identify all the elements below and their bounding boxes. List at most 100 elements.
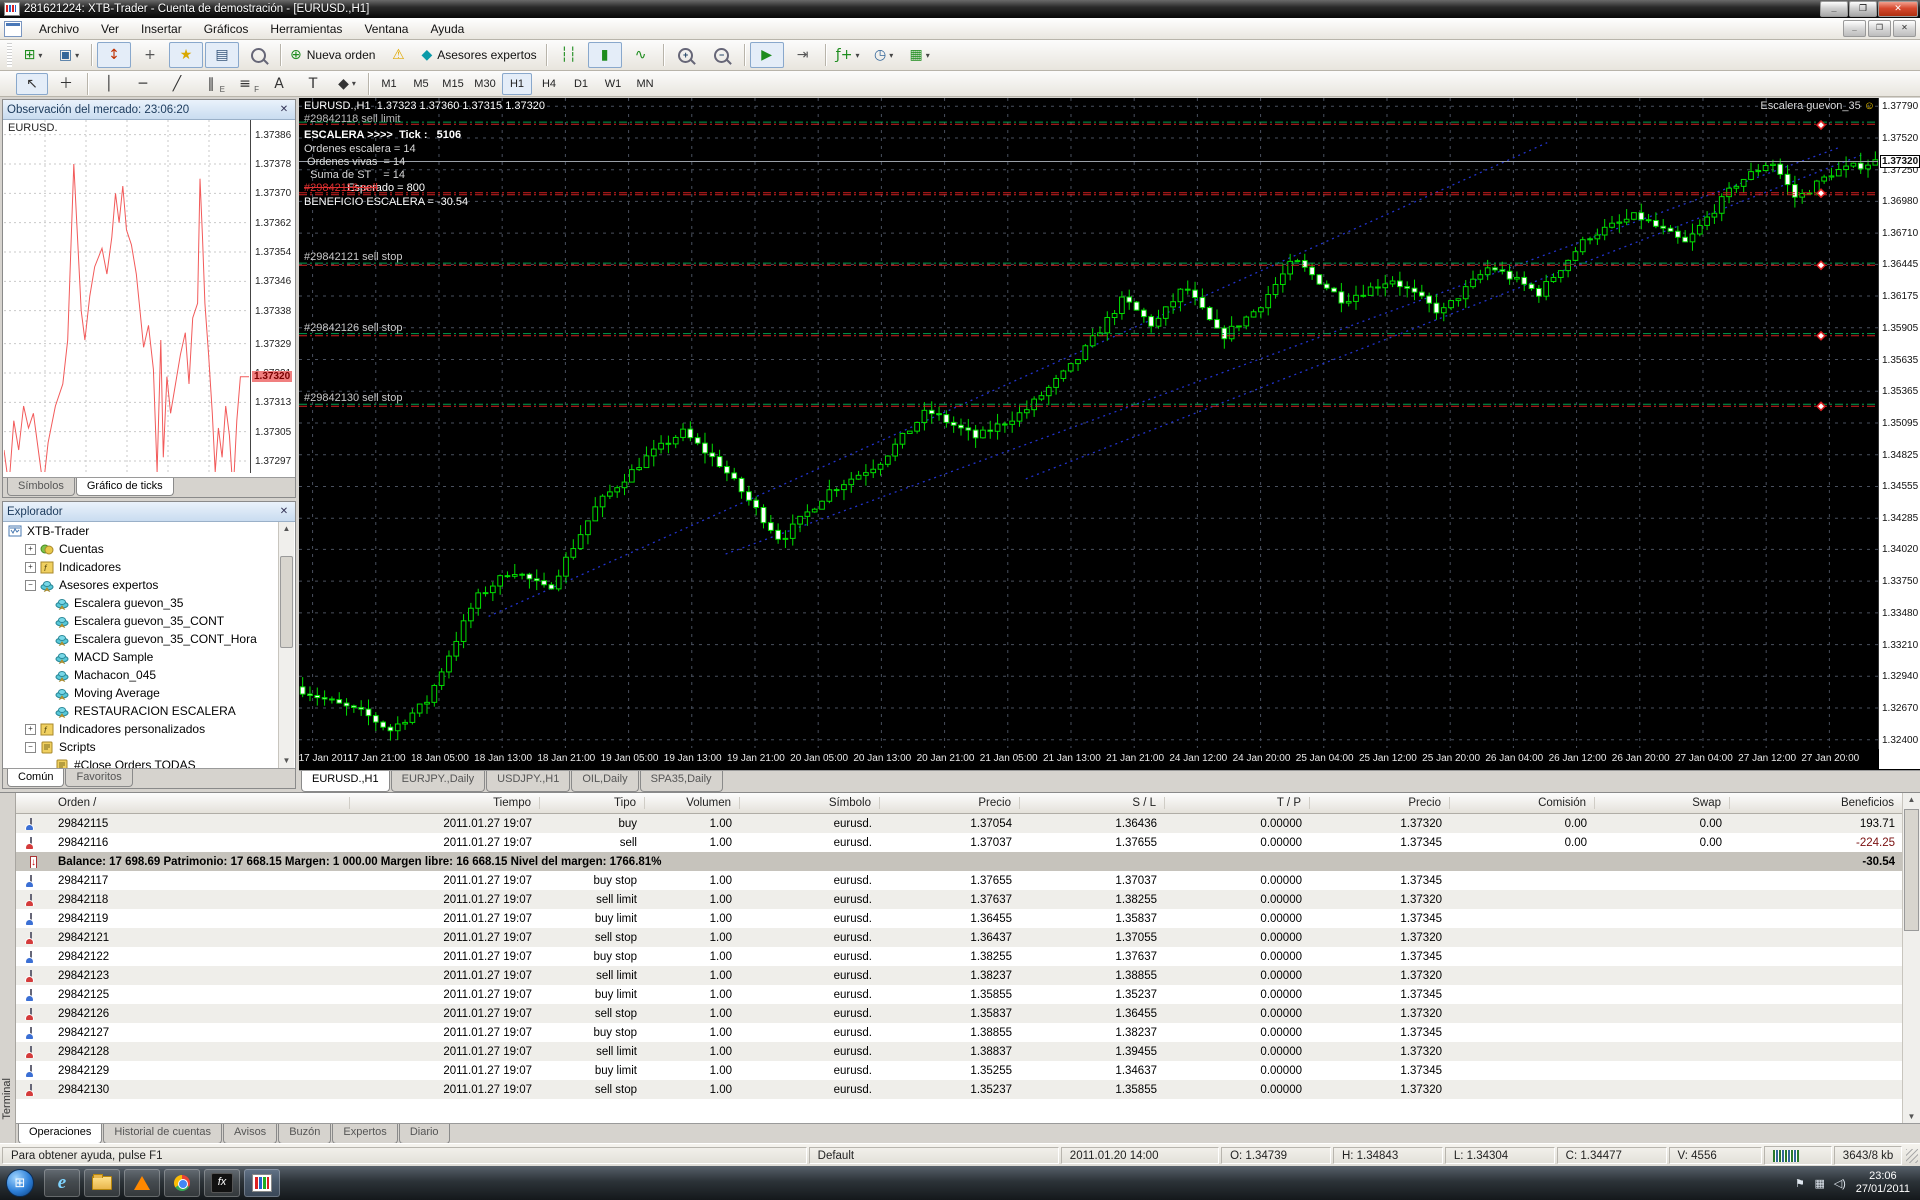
tab-gr-fico-de-ticks[interactable]: Gráfico de ticks xyxy=(75,478,174,496)
navigator-toggle[interactable]: ★ xyxy=(169,42,203,68)
timeframe-m1[interactable]: M1 xyxy=(374,73,404,95)
table-row[interactable]: 29842119 2011.01.27 19:07 buy limit 1.00 eur… xyxy=(16,909,1903,928)
chart-plot-area[interactable]: EURUSD.,H1 1.37323 1.37360 1.37315 1.373… xyxy=(299,98,1879,748)
tick-chart[interactable]: EURUSD. xyxy=(3,120,251,495)
tab-favoritos[interactable]: Favoritos xyxy=(65,769,133,787)
text-label-button[interactable]: T xyxy=(297,73,329,95)
tab-historial-de-cuentas[interactable]: Historial de cuentas xyxy=(103,1124,222,1144)
timeframe-w1[interactable]: W1 xyxy=(598,73,628,95)
taskbar-ie-icon[interactable]: e xyxy=(44,1169,80,1197)
table-row[interactable]: 29842116 2011.01.27 19:07 sell 1.00 eurusd. 1… xyxy=(16,833,1903,852)
terminal-scrollbar[interactable]: ▲ ▼ xyxy=(1902,793,1920,1124)
menu-grficos[interactable]: Gráficos xyxy=(193,19,260,39)
table-row[interactable]: 29842121 2011.01.27 19:07 sell stop 1.00 eur… xyxy=(16,928,1903,947)
menu-ayuda[interactable]: Ayuda xyxy=(419,19,475,39)
tree-item-cuentas[interactable]: + Cuentas xyxy=(4,540,279,558)
tree-item-restauracion-escalera[interactable]: RESTAURACION ESCALERA xyxy=(4,702,279,720)
tab-diario[interactable]: Diario xyxy=(398,1124,450,1144)
chart-tab-spa35-daily[interactable]: SPA35,Daily xyxy=(639,771,723,792)
new-chart-button[interactable]: ⊞ ▾ xyxy=(16,42,50,68)
tray-volume-icon[interactable]: ◁) xyxy=(1832,1177,1848,1190)
timeframe-m30[interactable]: M30 xyxy=(470,73,500,95)
navigator-scrollbar[interactable]: ▲ ▼ xyxy=(278,522,294,768)
chart-tab-eurusd-h1[interactable]: EURUSD.,H1 xyxy=(301,771,390,792)
table-row[interactable]: 29842126 2011.01.27 19:07 sell stop 1.00 eur… xyxy=(16,1004,1903,1023)
table-row[interactable]: 29842123 2011.01.27 19:07 sell limit 1.00 eu… xyxy=(16,966,1903,985)
table-row[interactable]: 29842128 2011.01.27 19:07 sell limit 1.00 eu… xyxy=(16,1042,1903,1061)
menu-herramientas[interactable]: Herramientas xyxy=(259,19,353,39)
menu-archivo[interactable]: Archivo xyxy=(28,19,90,39)
tab-avisos[interactable]: Avisos xyxy=(222,1124,278,1144)
tree-item-macd-sample[interactable]: MACD Sample xyxy=(4,648,279,666)
expert-advisors-button[interactable]: ◆ Asesores expertos xyxy=(417,42,540,68)
tree-item-escalera-guevon-35[interactable]: Escalera guevon_35 xyxy=(4,594,279,612)
navigator-close-icon[interactable]: ✕ xyxy=(277,506,291,517)
minimize-button[interactable]: _ xyxy=(1820,1,1848,17)
text-button[interactable]: A xyxy=(263,73,295,95)
timeframe-m15[interactable]: M15 xyxy=(438,73,468,95)
vertical-line-button[interactable]: │ xyxy=(93,73,125,95)
child-close-button[interactable]: ✕ xyxy=(1893,20,1916,37)
timeframe-h4[interactable]: H4 xyxy=(534,73,564,95)
trendline-button[interactable]: ╱ xyxy=(161,73,193,95)
cursor-button[interactable]: ↖ xyxy=(16,72,48,95)
zoom-in-button[interactable]: + xyxy=(669,42,703,68)
column-header-volumen[interactable]: Volumen xyxy=(645,797,740,809)
new-order-button[interactable]: ⊕ Nueva orden xyxy=(286,42,379,68)
table-row[interactable]: 29842125 2011.01.27 19:07 buy limit 1.00 eur… xyxy=(16,985,1903,1004)
mdi-child-icon[interactable] xyxy=(4,20,22,37)
timeframe-h1[interactable]: H1 xyxy=(502,72,532,95)
tab-com-n[interactable]: Común xyxy=(7,769,65,787)
table-row[interactable]: 29842118 2011.01.27 19:07 sell limit 1.00 eu… xyxy=(16,890,1903,909)
maximize-button[interactable]: ❐ xyxy=(1849,1,1877,17)
chart-bars-button[interactable]: ┆┆ xyxy=(552,42,586,68)
data-window-toggle[interactable]: + xyxy=(133,42,167,68)
tree-item-indicadores-personalizados[interactable]: + f Indicadores personalizados xyxy=(4,720,279,738)
menu-insertar[interactable]: Insertar xyxy=(130,19,193,39)
crosshair-button[interactable]: ＋ xyxy=(50,73,82,95)
table-row[interactable]: 29842122 2011.01.27 19:07 buy stop 1.00 euru… xyxy=(16,947,1903,966)
tab-s-mbolos[interactable]: Símbolos xyxy=(7,478,75,496)
collapse-icon[interactable]: − xyxy=(25,741,36,753)
strategy-tester-button[interactable] xyxy=(241,42,275,68)
templates-button[interactable]: ▦ ▾ xyxy=(903,42,937,68)
equidistant-channel-button[interactable]: ∥ E xyxy=(195,73,227,95)
horizontal-line-button[interactable]: ─ xyxy=(127,73,159,95)
child-minimize-button[interactable]: _ xyxy=(1843,20,1866,37)
tree-item-machacon-045[interactable]: Machacon_045 xyxy=(4,666,279,684)
tree-item-moving-average[interactable]: Moving Average xyxy=(4,684,279,702)
column-header-precio[interactable]: Precio xyxy=(880,797,1020,809)
tree-item-scripts[interactable]: − Scripts xyxy=(4,738,279,756)
column-header-tipo[interactable]: Tipo xyxy=(540,797,645,809)
tray-flag-icon[interactable]: ⚑ xyxy=(1792,1177,1808,1190)
column-header-sl[interactable]: S / L xyxy=(1020,797,1165,809)
tree-item-escalera-guevon-35-cont[interactable]: Escalera guevon_35_CONT xyxy=(4,612,279,630)
timeframe-m5[interactable]: M5 xyxy=(406,73,436,95)
metaeditor-alert-icon[interactable]: ⚠ xyxy=(381,42,415,68)
tab-expertos[interactable]: Expertos xyxy=(332,1124,398,1144)
scroll-up-icon[interactable]: ▲ xyxy=(279,522,294,536)
column-header-beneficios[interactable]: Beneficios xyxy=(1730,797,1903,809)
chart-shift-button[interactable]: ⇥ xyxy=(786,42,820,68)
scroll-down-icon[interactable]: ▼ xyxy=(279,754,294,768)
tab-operaciones[interactable]: Operaciones xyxy=(18,1124,103,1144)
chart-tab-eurjpy-daily[interactable]: EURJPY.,Daily xyxy=(390,771,486,792)
auto-scroll-button[interactable]: ▶ xyxy=(749,42,784,68)
scroll-down-icon[interactable]: ▼ xyxy=(1903,1110,1920,1124)
orders-table-header[interactable]: Orden / Tiempo Tipo Volumen Símbolo Precio S /… xyxy=(16,793,1903,814)
tree-item-indicadores[interactable]: + f Indicadores xyxy=(4,558,279,576)
close-button[interactable]: ✕ xyxy=(1878,1,1918,17)
column-header-smbolo[interactable]: Símbolo xyxy=(740,797,880,809)
fibonacci-button[interactable]: ≡ F xyxy=(229,73,261,95)
column-header-precio[interactable]: Precio xyxy=(1310,797,1450,809)
timeframe-mn[interactable]: MN xyxy=(630,73,660,95)
scroll-up-icon[interactable]: ▲ xyxy=(1903,793,1920,807)
column-header-tp[interactable]: T / P xyxy=(1165,797,1310,809)
column-header-swap[interactable]: Swap xyxy=(1595,797,1730,809)
column-header-orden[interactable]: Orden / xyxy=(50,797,350,809)
taskbar-xtb-trader-icon[interactable] xyxy=(244,1169,280,1197)
tree-item--close-orders-todas[interactable]: #Close Orders TODAS xyxy=(4,756,279,768)
expand-icon[interactable]: + xyxy=(25,723,36,735)
periods-button[interactable]: ◷ ▾ xyxy=(867,42,901,68)
tray-network-icon[interactable]: ▦ xyxy=(1812,1177,1828,1190)
